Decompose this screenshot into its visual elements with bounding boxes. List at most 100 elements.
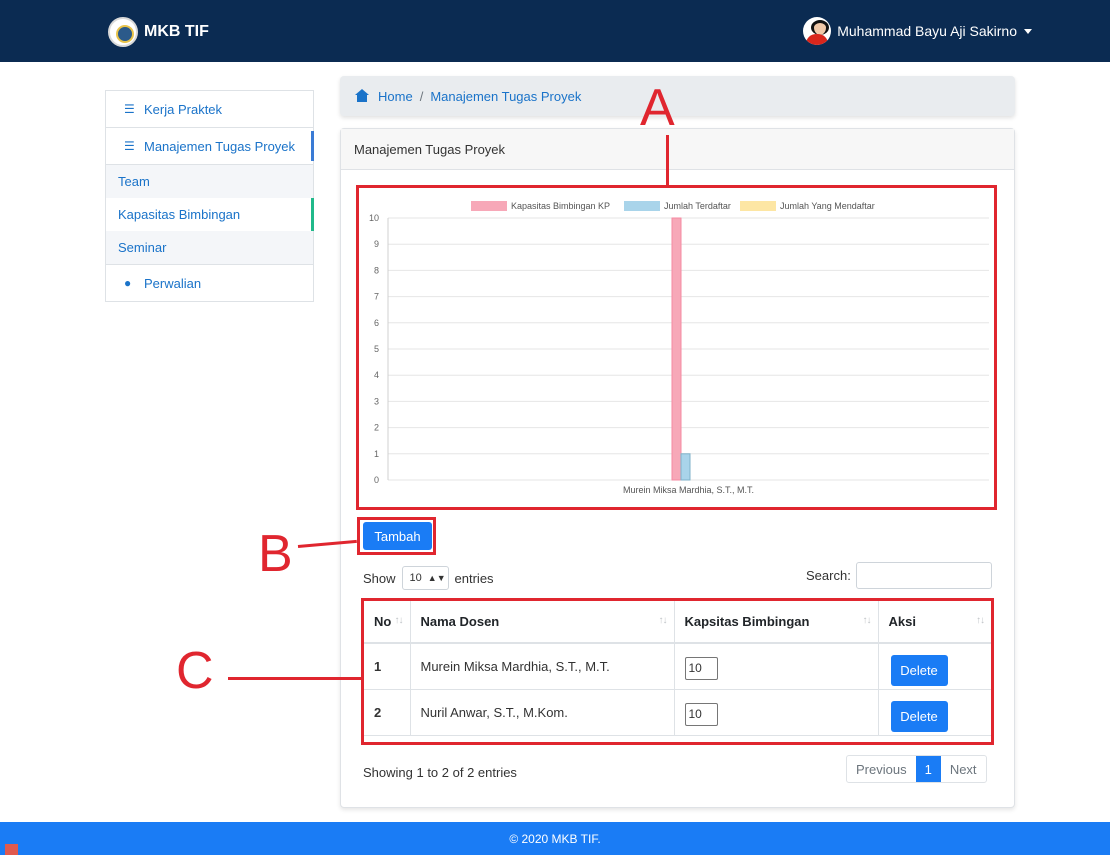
y-tick-label: 8 bbox=[374, 265, 379, 275]
breadcrumb: Home / Manajemen Tugas Proyek bbox=[340, 76, 1015, 116]
search-label: Search: bbox=[806, 568, 851, 583]
sort-arrows-icon: ▲▼ bbox=[427, 573, 446, 583]
sidebar-subitem-seminar[interactable]: Seminar bbox=[106, 231, 313, 264]
sort-icon: ↑↓ bbox=[394, 615, 404, 626]
sidebar-item-perwalian[interactable]: ● Perwalian bbox=[106, 264, 313, 301]
list-icon: ☰ bbox=[124, 139, 135, 153]
y-tick-label: 4 bbox=[374, 370, 379, 380]
y-tick-label: 0 bbox=[374, 475, 379, 485]
entries-select[interactable]: 10 ▲▼ bbox=[401, 566, 449, 590]
table-row: 2 Nuril Anwar, S.T., M.Kom. 10 Delete bbox=[364, 689, 991, 736]
table-row: 1 Murein Miksa Mardhia, S.T., M.T. 10 De… bbox=[364, 643, 991, 690]
legend-swatch bbox=[624, 201, 660, 211]
legend-label: Jumlah Yang Mendaftar bbox=[780, 201, 875, 211]
column-header-no[interactable]: No ↑↓ bbox=[364, 601, 411, 644]
breadcrumb-current[interactable]: Manajemen Tugas Proyek bbox=[430, 89, 581, 104]
column-header-label: No bbox=[374, 614, 392, 629]
table-info: Showing 1 to 2 of 2 entries bbox=[363, 765, 517, 780]
top-navbar: MKB TIF Muhammad Bayu Aji Sakirno bbox=[0, 0, 1110, 62]
annotation-label-c: C bbox=[176, 642, 214, 700]
y-tick-label: 1 bbox=[374, 449, 379, 459]
legend-label: Kapasitas Bimbingan KP bbox=[511, 201, 610, 211]
university-logo-icon bbox=[108, 17, 138, 47]
users-icon: ● bbox=[124, 276, 132, 290]
app-corner-icon bbox=[5, 844, 18, 855]
cell-nama-dosen: Nuril Anwar, S.T., M.Kom. bbox=[410, 689, 675, 736]
y-tick-label: 2 bbox=[374, 423, 379, 433]
caret-down-icon bbox=[1024, 28, 1032, 34]
sidebar-subitem-label: Team bbox=[118, 174, 150, 189]
data-table: No ↑↓ Nama Dosen ↑↓ Kapsitas Bimbingan ↑↓ A… bbox=[364, 601, 991, 736]
delete-button[interactable]: Delete bbox=[890, 654, 948, 686]
cell-kapasitas: 10 bbox=[674, 643, 879, 690]
annotation-line-c bbox=[228, 677, 361, 680]
cell-no: 2 bbox=[364, 689, 411, 736]
table-header-row: No ↑↓ Nama Dosen ↑↓ Kapsitas Bimbingan ↑↓ A… bbox=[364, 601, 991, 644]
cell-aksi: Delete bbox=[878, 643, 991, 690]
y-tick-label: 9 bbox=[374, 239, 379, 249]
brand-title: MKB TIF bbox=[144, 23, 209, 40]
cell-aksi: Delete bbox=[878, 689, 991, 736]
pagination: Previous 1 Next bbox=[846, 755, 987, 783]
sidebar-item-kerja-praktek[interactable]: ☰ Kerja Praktek bbox=[106, 91, 313, 128]
cell-no: 1 bbox=[364, 643, 411, 690]
sidebar: ☰ Kerja Praktek ☰ Manajemen Tugas Proyek… bbox=[105, 90, 314, 302]
sidebar-subitem-label: Seminar bbox=[118, 240, 167, 255]
kapasitas-input[interactable]: 10 bbox=[684, 702, 718, 726]
sidebar-item-manajemen-tugas-proyek[interactable]: ☰ Manajemen Tugas Proyek bbox=[106, 128, 314, 165]
y-tick-label: 10 bbox=[369, 213, 379, 223]
cell-kapasitas: 10 bbox=[674, 689, 879, 736]
search-input[interactable] bbox=[855, 562, 992, 589]
annotation-label-b: B bbox=[258, 525, 293, 583]
sidebar-item-label: Kerja Praktek bbox=[144, 101, 223, 117]
sidebar-item-label: Manajemen Tugas Proyek bbox=[144, 138, 296, 154]
sort-icon: ↑↓ bbox=[862, 615, 872, 626]
kapasitas-input[interactable]: 10 bbox=[684, 656, 718, 680]
sidebar-item-label: Perwalian bbox=[144, 275, 202, 291]
avatar bbox=[803, 17, 832, 45]
delete-button[interactable]: Delete bbox=[890, 700, 948, 732]
bar bbox=[671, 217, 682, 481]
column-header-nama-dosen[interactable]: Nama Dosen ↑↓ bbox=[410, 601, 675, 644]
entries-control: Show 10 ▲▼ entries bbox=[363, 566, 494, 590]
y-tick-label: 3 bbox=[374, 396, 379, 406]
show-label: Show bbox=[363, 570, 396, 586]
sidebar-subitem-team[interactable]: Team bbox=[106, 165, 313, 198]
column-header-kapasitas[interactable]: Kapsitas Bimbingan ↑↓ bbox=[674, 601, 879, 644]
legend-swatch bbox=[471, 201, 507, 211]
y-tick-label: 5 bbox=[374, 344, 379, 354]
column-header-label: Kapsitas Bimbingan bbox=[684, 614, 810, 629]
column-header-label: Nama Dosen bbox=[420, 614, 500, 629]
legend-label: Jumlah Terdaftar bbox=[664, 201, 731, 211]
sort-icon: ↑↓ bbox=[658, 615, 668, 626]
user-name: Muhammad Bayu Aji Sakirno bbox=[837, 23, 1017, 39]
search-control: Search: bbox=[806, 562, 992, 589]
annotation-label-a: A bbox=[640, 79, 675, 137]
footer-copyright: © 2020 MKB TIF. bbox=[509, 831, 601, 846]
breadcrumb-separator: / bbox=[419, 88, 424, 104]
home-icon bbox=[354, 89, 370, 103]
user-menu[interactable]: Muhammad Bayu Aji Sakirno bbox=[803, 17, 1032, 45]
pagination-next[interactable]: Next bbox=[941, 756, 986, 782]
card-title: Manajemen Tugas Proyek bbox=[354, 141, 506, 157]
cell-nama-dosen: Murein Miksa Mardhia, S.T., M.T. bbox=[410, 643, 675, 690]
column-header-label: Aksi bbox=[888, 614, 916, 629]
y-tick-label: 6 bbox=[374, 318, 379, 328]
bar-chart: 0 1 2 3 4 5 6 7 8 9 10 Murein Miksa Mardhia, S.T., … bbox=[369, 201, 989, 495]
bar bbox=[680, 453, 691, 481]
brand[interactable]: MKB TIF bbox=[108, 17, 209, 47]
pagination-page-1[interactable]: 1 bbox=[915, 756, 941, 782]
entries-select-value: 10 bbox=[409, 572, 422, 584]
sidebar-subitem-kapasitas-bimbingan[interactable]: Kapasitas Bimbingan bbox=[106, 198, 314, 231]
sidebar-subitem-label: Kapasitas Bimbingan bbox=[118, 207, 241, 222]
entries-label: entries bbox=[454, 570, 494, 586]
column-header-aksi[interactable]: Aksi ↑↓ bbox=[878, 601, 991, 644]
footer: © 2020 MKB TIF. bbox=[0, 822, 1110, 855]
y-tick-label: 7 bbox=[374, 292, 379, 302]
annotation-line-a bbox=[666, 135, 669, 185]
add-button[interactable]: Tambah bbox=[363, 522, 432, 550]
list-icon: ☰ bbox=[124, 102, 135, 116]
breadcrumb-home-link[interactable]: Home bbox=[378, 89, 413, 104]
x-tick-label: Murein Miksa Mardhia, S.T., M.T. bbox=[623, 485, 754, 495]
pagination-previous[interactable]: Previous bbox=[847, 756, 916, 782]
